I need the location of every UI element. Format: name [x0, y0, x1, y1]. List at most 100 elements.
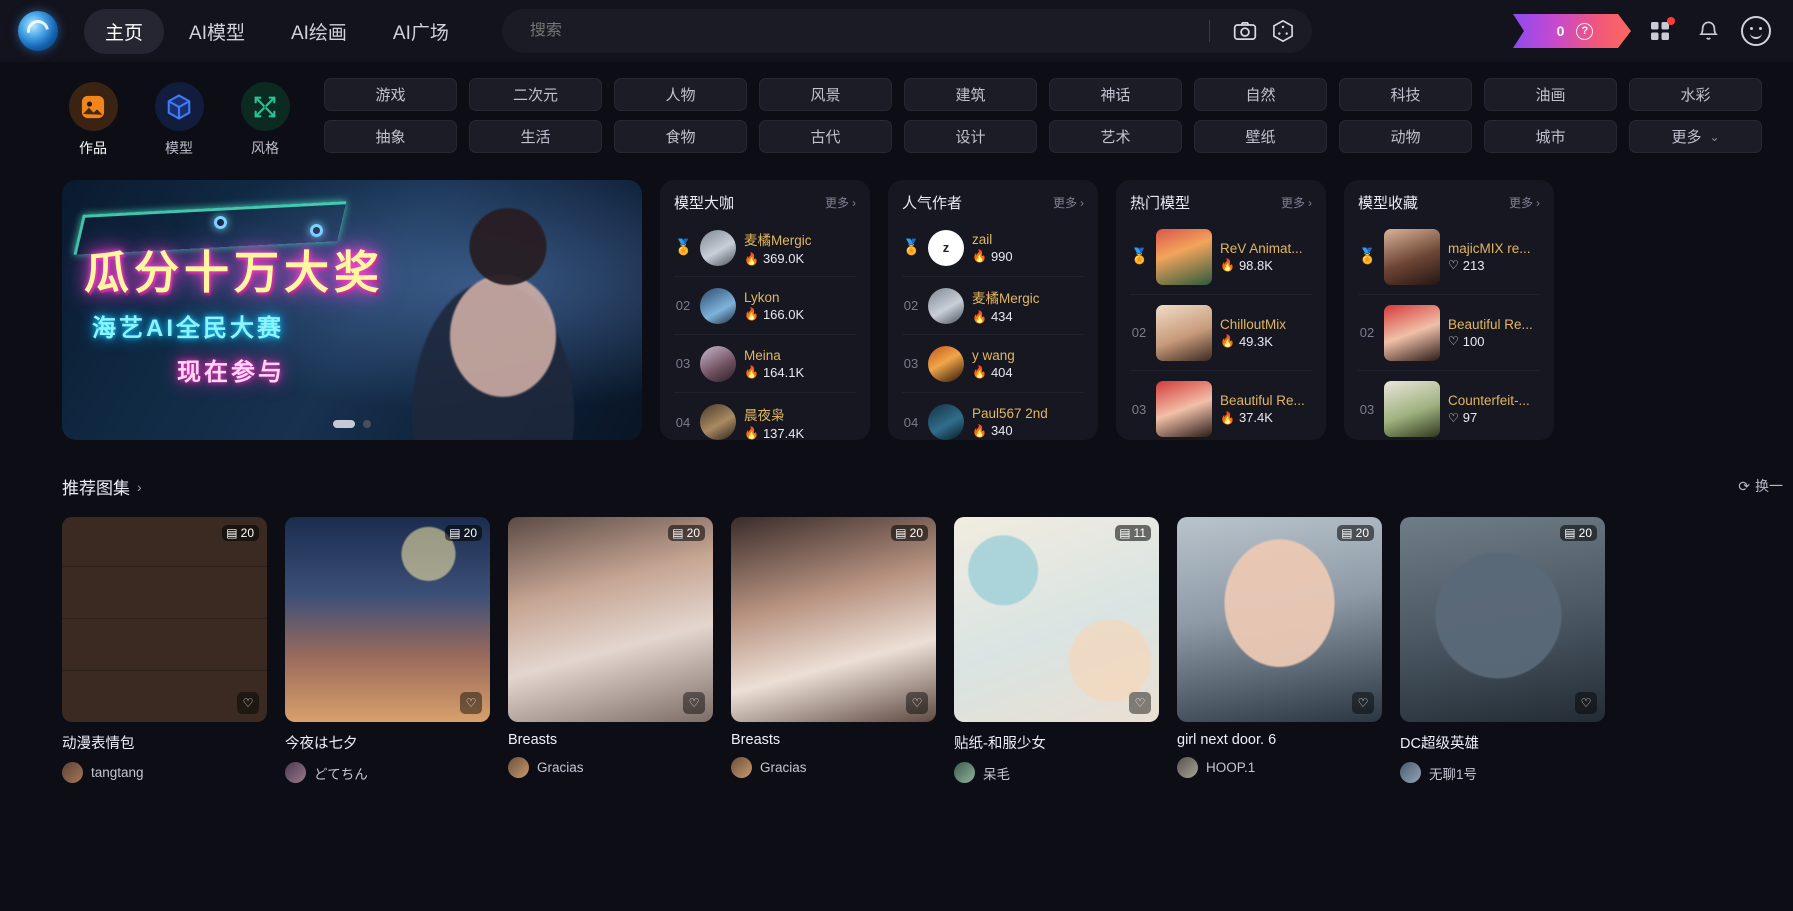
entry-stat-value: 369.0K — [762, 251, 805, 266]
leaderboard-more-link[interactable]: 更多 › — [1509, 194, 1540, 211]
tag-item[interactable]: 建筑 — [904, 78, 1037, 111]
leaderboard-row[interactable]: 03 y wang 🔥 404 — [902, 335, 1084, 393]
like-icon[interactable]: ♡ — [683, 692, 705, 714]
leaderboard-row[interactable]: 03 Meina 🔥 164.1K — [674, 335, 856, 393]
gallery-card[interactable]: ▤ 11 ♡ 贴纸-和服少女 呆毛 — [954, 517, 1159, 783]
card-thumbnail[interactable]: ▤ 20 ♡ — [285, 517, 490, 722]
leaderboard-row[interactable]: 🏅 ReV Animat... 🔥 98.8K — [1130, 219, 1312, 295]
dice-icon[interactable] — [1264, 12, 1302, 50]
promo-banner[interactable]: 瓜分十万大奖 海艺AI全民大赛 现在参与 — [62, 180, 642, 440]
card-thumbnail[interactable]: ▤ 20 ♡ — [1177, 517, 1382, 722]
gallery-card[interactable]: ▤ 20 ♡ DC超级英雄 无聊1号 — [1400, 517, 1605, 783]
card-author[interactable]: tangtang — [62, 762, 267, 783]
like-icon[interactable]: ♡ — [237, 692, 259, 714]
credits-badge[interactable]: ⚡ 0 ? — [1513, 14, 1631, 48]
tag-item[interactable]: 游戏 — [324, 78, 457, 111]
banner-dot-active[interactable] — [333, 420, 355, 428]
leaderboard-row[interactable]: 04 Paul567 2nd 🔥 340 — [902, 393, 1084, 440]
tag-item[interactable]: 二次元 — [469, 78, 602, 111]
card-thumbnail[interactable]: ▤ 20 ♡ — [508, 517, 713, 722]
card-thumbnail[interactable]: ▤ 11 ♡ — [954, 517, 1159, 722]
card-author[interactable]: HOOP.1 — [1177, 757, 1382, 778]
like-icon[interactable]: ♡ — [460, 692, 482, 714]
leaderboard-row[interactable]: 🏅 z zail 🔥 990 — [902, 219, 1084, 277]
nav-item-ai-models[interactable]: AI模型 — [168, 9, 266, 54]
leaderboard-row[interactable]: 🏅 麦橘Mergic 🔥 369.0K — [674, 219, 856, 277]
category-model[interactable]: 模型 — [148, 82, 210, 158]
category-style[interactable]: 风格 — [234, 82, 296, 158]
leaderboard-row[interactable]: 03 Counterfeit-... ♡ 97 — [1358, 371, 1540, 440]
like-icon[interactable]: ♡ — [906, 692, 928, 714]
tag-item[interactable]: 科技 — [1339, 78, 1472, 111]
camera-icon[interactable] — [1226, 12, 1264, 50]
like-icon[interactable]: ♡ — [1575, 692, 1597, 714]
leaderboard-row[interactable]: 04 晨夜枭 🔥 137.4K — [674, 393, 856, 440]
tag-item[interactable]: 神话 — [1049, 78, 1182, 111]
tag-item[interactable]: 生活 — [469, 120, 602, 153]
entry-stat: ♡ 213 — [1448, 258, 1531, 273]
card-author[interactable]: Gracias — [731, 757, 936, 778]
tag-item[interactable]: 自然 — [1194, 78, 1327, 111]
gallery-card[interactable]: ▤ 20 ♡ Breasts Gracias — [731, 517, 936, 778]
card-author[interactable]: Gracias — [508, 757, 713, 778]
tag-item[interactable]: 人物 — [614, 78, 747, 111]
tag-item[interactable]: 城市 — [1484, 120, 1617, 153]
entry-stat-value: 49.3K — [1238, 333, 1273, 349]
leaderboard-more-link[interactable]: 更多 › — [825, 194, 856, 211]
leaderboard-row[interactable]: 02 ChilloutMix 🔥 49.3K — [1130, 295, 1312, 371]
card-thumbnail[interactable]: ▤ 20 ♡ — [62, 517, 267, 722]
tag-item[interactable]: 风景 — [759, 78, 892, 111]
help-icon[interactable]: ? — [1576, 23, 1593, 40]
leaderboard-row[interactable]: 02 Beautiful Re... ♡ 100 — [1358, 295, 1540, 371]
nav-item-ai-painting[interactable]: AI绘画 — [270, 9, 368, 54]
leaderboard-row[interactable]: 02 Lykon 🔥 166.0K — [674, 277, 856, 335]
chevron-right-icon[interactable]: › — [137, 479, 142, 495]
recommend-card-list: ▤ 20 ♡ 动漫表情包 tangtang ▤ 20 ♡ 今夜は七夕 どてちん — [0, 499, 1793, 783]
header-actions: ⚡ 0 ? — [1513, 12, 1779, 50]
rank-number: 03 — [675, 356, 691, 371]
gallery-card[interactable]: ▤ 20 ♡ Breasts Gracias — [508, 517, 713, 778]
tag-item[interactable]: 水彩 — [1629, 78, 1762, 111]
tag-item[interactable]: 抽象 — [324, 120, 457, 153]
nav-item-home[interactable]: 主页 — [84, 8, 165, 54]
card-thumbnail[interactable]: ▤ 20 ♡ — [1400, 517, 1605, 722]
like-icon[interactable]: ♡ — [1352, 692, 1374, 714]
tag-item[interactable]: 油画 — [1484, 78, 1617, 111]
card-author[interactable]: 无聊1号 — [1400, 762, 1605, 783]
like-icon[interactable]: ♡ — [1129, 692, 1151, 714]
tag-item[interactable]: 古代 — [759, 120, 892, 153]
tag-item[interactable]: 艺术 — [1049, 120, 1182, 153]
leaderboard-row[interactable]: 03 Beautiful Re... 🔥 37.4K — [1130, 371, 1312, 440]
apps-grid-icon[interactable] — [1641, 12, 1679, 50]
leaderboard-row[interactable]: 02 麦橘Mergic 🔥 434 — [902, 277, 1084, 335]
image-count: 20 — [463, 526, 477, 540]
image-count-badge: ▤ 20 — [445, 525, 482, 541]
search-bar[interactable] — [501, 9, 1312, 53]
category-artwork[interactable]: 作品 — [62, 82, 124, 158]
entry-stat-value: 97 — [1462, 410, 1478, 425]
card-author[interactable]: 呆毛 — [954, 762, 1159, 783]
banner-cta[interactable]: 现在参与 — [177, 352, 285, 387]
nav-item-ai-plaza[interactable]: AI广场 — [372, 9, 470, 54]
gallery-card[interactable]: ▤ 20 ♡ 今夜は七夕 どてちん — [285, 517, 490, 783]
leaderboard-more-link[interactable]: 更多 › — [1053, 194, 1084, 211]
search-input[interactable] — [529, 22, 1209, 40]
profile-face-icon[interactable] — [1737, 12, 1775, 50]
tag-more-button[interactable]: 更多 ⌄ — [1629, 120, 1762, 153]
banner-dot[interactable] — [363, 420, 371, 428]
tag-item[interactable]: 食物 — [614, 120, 747, 153]
refresh-button[interactable]: ⟳ 换一 — [1738, 476, 1783, 496]
card-author[interactable]: どてちん — [285, 762, 490, 783]
bell-icon[interactable] — [1689, 12, 1727, 50]
gallery-card[interactable]: ▤ 20 ♡ 动漫表情包 tangtang — [62, 517, 267, 783]
leaderboard-row[interactable]: 🏅 majicMIX re... ♡ 213 — [1358, 219, 1540, 295]
site-logo[interactable] — [18, 11, 58, 51]
leaderboard-more-link[interactable]: 更多 › — [1281, 194, 1312, 211]
tag-item[interactable]: 壁纸 — [1194, 120, 1327, 153]
gallery-card[interactable]: ▤ 20 ♡ girl next door. 6 HOOP.1 — [1177, 517, 1382, 778]
tag-item[interactable]: 动物 — [1339, 120, 1472, 153]
card-thumbnail[interactable]: ▤ 20 ♡ — [731, 517, 936, 722]
more-label: 更多 — [1280, 196, 1305, 210]
tag-item[interactable]: 设计 — [904, 120, 1037, 153]
banner-pagination[interactable] — [333, 420, 371, 428]
